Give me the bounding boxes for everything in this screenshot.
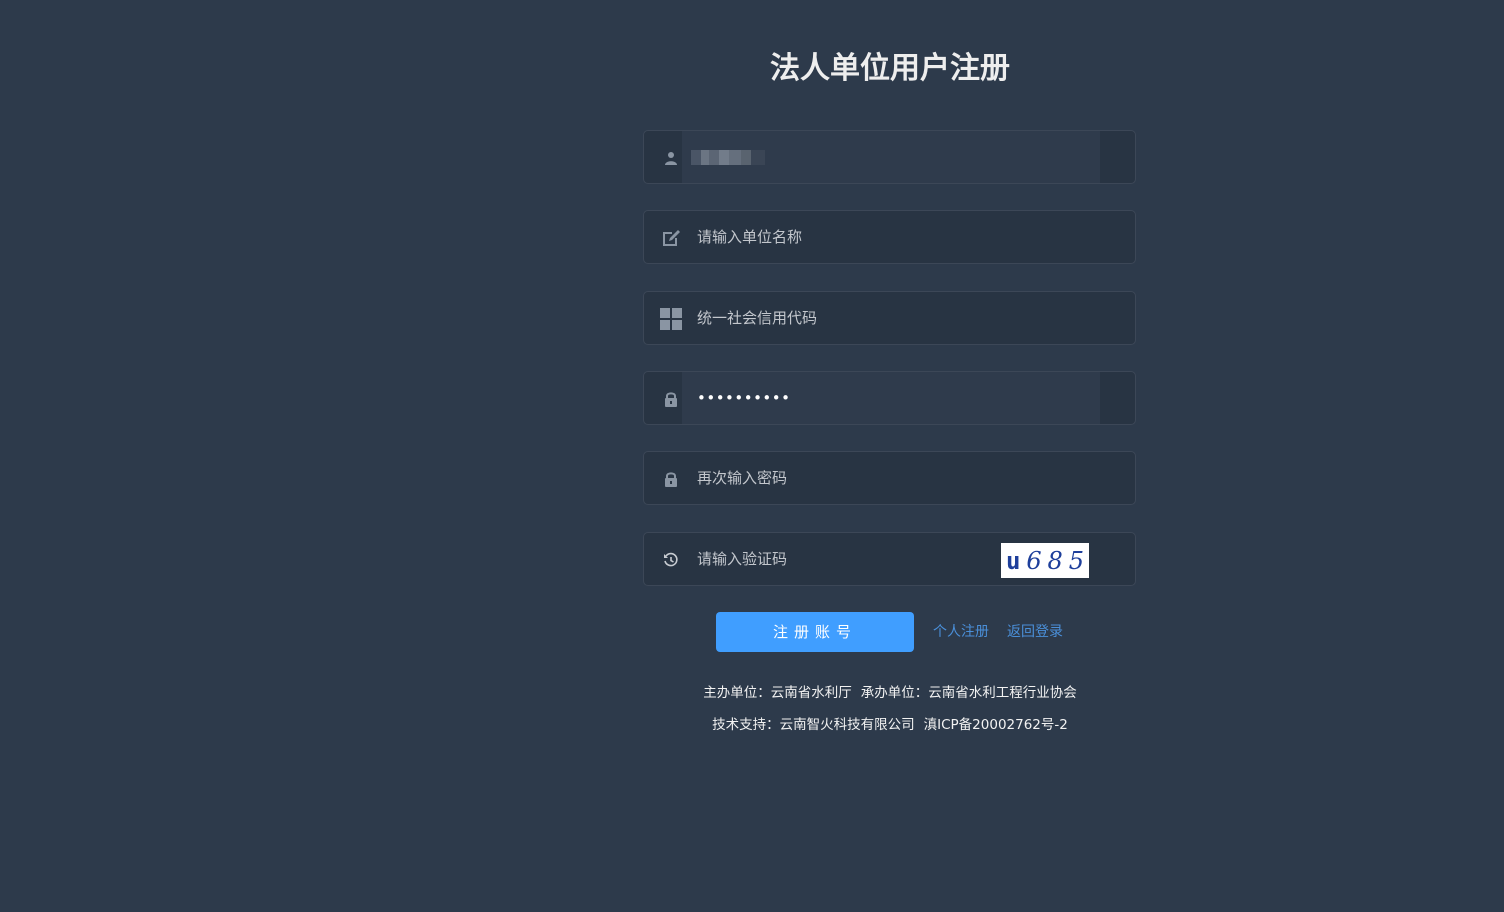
captcha-char: u bbox=[1005, 546, 1021, 575]
footer-line-1: 主办单位：云南省水利厅 承办单位：云南省水利工程行业协会 bbox=[560, 683, 1220, 703]
footer-organizer: 承办单位：云南省水利工程行业协会 bbox=[860, 685, 1077, 701]
history-icon bbox=[658, 547, 684, 573]
captcha-char: 6 bbox=[1026, 546, 1042, 575]
password-field[interactable]: •••••••••• bbox=[643, 371, 1136, 425]
footer-host: 主办单位：云南省水利厅 bbox=[703, 685, 852, 701]
footer-tech-support: 技术支持：云南智火科技有限公司 bbox=[712, 717, 915, 733]
captcha-char: 5 bbox=[1068, 546, 1085, 575]
username-field[interactable] bbox=[643, 130, 1136, 184]
captcha-image[interactable]: u 6 8 5 bbox=[1001, 543, 1089, 578]
back-to-login-link[interactable]: 返回登录 bbox=[1007, 622, 1063, 642]
org-name-input[interactable]: 请输入单位名称 bbox=[682, 211, 802, 263]
register-account-button[interactable]: 注册账号 bbox=[716, 612, 914, 652]
captcha-char: 8 bbox=[1047, 546, 1063, 575]
grid-icon bbox=[658, 306, 684, 332]
edit-icon bbox=[658, 225, 684, 251]
credit-code-input[interactable]: 统一社会信用代码 bbox=[682, 292, 817, 344]
username-masked-value bbox=[691, 150, 765, 165]
confirm-password-field[interactable]: 再次输入密码 bbox=[643, 451, 1136, 505]
confirm-password-input[interactable]: 再次输入密码 bbox=[682, 452, 787, 504]
captcha-field[interactable]: 请输入验证码 u 6 8 5 bbox=[643, 532, 1136, 586]
captcha-input[interactable]: 请输入验证码 bbox=[682, 533, 787, 585]
register-page: 法人单位用户注册 请输入单位名称 统一社会信用代码 •••••••••• 再次输… bbox=[0, 0, 1504, 912]
footer-line-2: 技术支持：云南智火科技有限公司 滇ICP备20002762号-2 bbox=[560, 715, 1220, 735]
password-input[interactable]: •••••••••• bbox=[682, 372, 1100, 424]
credit-code-field[interactable]: 统一社会信用代码 bbox=[643, 291, 1136, 345]
footer-icp[interactable]: 滇ICP备20002762号-2 bbox=[924, 717, 1068, 733]
username-input[interactable] bbox=[682, 131, 1100, 183]
lock-icon bbox=[658, 386, 684, 412]
personal-register-link[interactable]: 个人注册 bbox=[933, 622, 989, 642]
user-icon bbox=[658, 145, 684, 171]
page-title: 法人单位用户注册 bbox=[770, 51, 1010, 86]
org-name-field[interactable]: 请输入单位名称 bbox=[643, 210, 1136, 264]
lock-icon bbox=[658, 466, 684, 492]
